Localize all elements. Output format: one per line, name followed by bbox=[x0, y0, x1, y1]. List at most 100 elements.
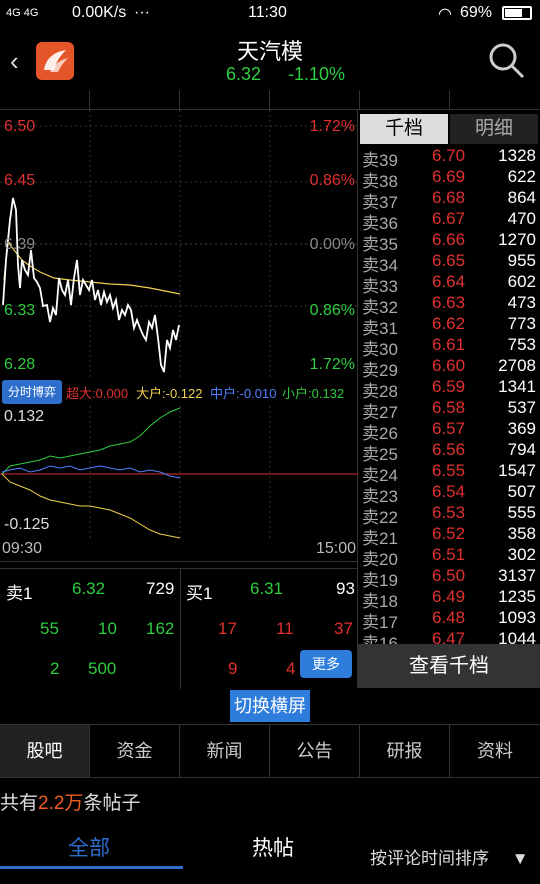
level-volume: 358 bbox=[507, 524, 536, 543]
sell1-price: 6.32 bbox=[72, 579, 106, 598]
level-price: 6.58 bbox=[432, 398, 466, 417]
order-book-row: 卖29 6.60 2708 bbox=[358, 356, 540, 380]
level-volume: 955 bbox=[507, 251, 536, 270]
order-cell: 55 bbox=[40, 619, 59, 638]
level-volume: 1093 bbox=[498, 608, 536, 627]
switch-landscape-button[interactable]: 切换横屏 bbox=[230, 690, 310, 722]
period-tab[interactable] bbox=[90, 90, 180, 110]
time-start: 09:30 bbox=[2, 540, 43, 557]
stock-price: 6.32 bbox=[226, 64, 262, 84]
period-tab[interactable] bbox=[450, 90, 540, 110]
level-volume: 3137 bbox=[498, 566, 536, 585]
level-volume: 864 bbox=[507, 188, 536, 207]
order-book-list[interactable]: 卖39 6.70 1328 卖38 6.69 622 卖37 6.68 864 卖36 6.67 47… bbox=[358, 146, 540, 646]
battery-icon bbox=[502, 6, 532, 20]
period-tab-strip bbox=[0, 90, 540, 110]
level-price: 6.55 bbox=[432, 461, 466, 480]
level-volume: 369 bbox=[507, 419, 536, 438]
time-end: 15:00 bbox=[315, 540, 356, 557]
filter-all[interactable]: 全部 bbox=[68, 832, 110, 862]
period-tab[interactable] bbox=[180, 90, 270, 110]
legend-medium: 中户:-0.010 bbox=[210, 386, 277, 401]
order-book-row: 卖39 6.70 1328 bbox=[358, 146, 540, 170]
order-cell: 11 bbox=[276, 619, 294, 638]
order-cell: 17 bbox=[218, 619, 237, 638]
medium-flow-line bbox=[1, 465, 181, 479]
status-dots: ··· bbox=[134, 4, 150, 21]
order-book-row: 卖17 6.48 1093 bbox=[358, 608, 540, 632]
period-tab[interactable] bbox=[0, 90, 90, 110]
post-count-value: 2.2万 bbox=[38, 793, 84, 814]
tab-profile[interactable]: 资料 bbox=[450, 725, 540, 777]
level-price: 6.70 bbox=[432, 146, 466, 165]
order-book-row: 卖28 6.59 1341 bbox=[358, 377, 540, 401]
price-axis-label: 6.45 bbox=[4, 172, 36, 189]
clock: 11:30 bbox=[248, 4, 287, 21]
order-cell: 9 bbox=[228, 659, 238, 678]
post-filter-bar: 全部 热帖 按评论时间排序 ▼ bbox=[0, 826, 540, 884]
level-price: 6.65 bbox=[432, 251, 466, 270]
level-price: 6.62 bbox=[432, 314, 466, 333]
status-bar: 4G 4G 0.00K/s ··· 11:30 ◠ 69% bbox=[0, 0, 540, 28]
level-price: 6.57 bbox=[432, 419, 466, 438]
level-volume: 753 bbox=[507, 335, 536, 354]
view-depth-button[interactable]: 查看千档 bbox=[358, 644, 540, 688]
tab-news[interactable]: 新闻 bbox=[180, 725, 270, 777]
order-book-row: 卖34 6.65 955 bbox=[358, 251, 540, 275]
more-button[interactable]: 更多 bbox=[300, 650, 352, 678]
post-count: 共有2.2万条帖子 bbox=[0, 793, 141, 814]
level-volume: 302 bbox=[507, 545, 536, 564]
price-axis-label: 6.33 bbox=[4, 302, 36, 319]
order-book-row: 卖33 6.64 602 bbox=[358, 272, 540, 296]
level-volume: 1270 bbox=[498, 230, 536, 249]
order-cell: 162 bbox=[146, 619, 175, 638]
period-tab[interactable] bbox=[270, 90, 360, 110]
level-price: 6.51 bbox=[432, 545, 466, 564]
flow-max-label: 0.132 bbox=[4, 408, 45, 425]
level-price: 6.61 bbox=[432, 335, 466, 354]
level-price: 6.69 bbox=[432, 167, 466, 186]
level-volume: 507 bbox=[507, 482, 536, 501]
caret-down-icon: ▼ bbox=[511, 849, 529, 868]
network-indicator: 4G 4G bbox=[6, 7, 39, 19]
battery-level: 69% bbox=[460, 4, 493, 21]
tab-depth[interactable]: 千档 bbox=[360, 114, 448, 144]
level-price: 6.48 bbox=[432, 608, 466, 627]
price-axis-label: 6.50 bbox=[4, 118, 36, 135]
order-book-row: 卖38 6.69 622 bbox=[358, 167, 540, 191]
sort-dropdown[interactable]: 按评论时间排序 ▼ bbox=[370, 844, 529, 869]
pct-axis-label: 0.00% bbox=[309, 236, 355, 253]
price-axis-label: 6.28 bbox=[4, 356, 36, 373]
tab-research[interactable]: 研报 bbox=[360, 725, 450, 777]
buy1-price: 6.31 bbox=[250, 579, 284, 598]
capital-game-button[interactable]: 分时博弈 bbox=[2, 380, 62, 404]
level-price: 6.53 bbox=[432, 503, 466, 522]
pct-axis-label: 1.72% bbox=[309, 356, 355, 373]
level-price: 6.66 bbox=[432, 230, 466, 249]
level-price: 6.60 bbox=[432, 356, 466, 375]
level-price: 6.63 bbox=[432, 293, 466, 312]
tab-detail[interactable]: 明细 bbox=[450, 114, 538, 144]
order-book-row: 卖30 6.61 753 bbox=[358, 335, 540, 359]
order-book-row: 卖23 6.54 507 bbox=[358, 482, 540, 506]
tab-capital[interactable]: 资金 bbox=[90, 725, 180, 777]
sell1-label: 卖1 bbox=[6, 584, 33, 603]
period-tab[interactable] bbox=[360, 90, 450, 110]
order-book-row: 卖35 6.66 1270 bbox=[358, 230, 540, 254]
intraday-chart[interactable]: 6.50 1.72% 6.45 0.86% 6.39 0.00% 6.33 0.… bbox=[0, 110, 358, 689]
level-price: 6.50 bbox=[432, 566, 466, 585]
level-volume: 1547 bbox=[498, 461, 536, 480]
filter-hot[interactable]: 热帖 bbox=[252, 832, 294, 862]
level-volume: 1341 bbox=[498, 377, 536, 396]
pct-axis-label: 1.72% bbox=[309, 118, 355, 135]
order-book-panel: 千档 明细 卖39 6.70 1328 卖38 6.69 622 卖37 6.68 864 卖36… bbox=[358, 110, 540, 688]
order-cell: 37 bbox=[334, 619, 353, 638]
level-price: 6.67 bbox=[432, 209, 466, 228]
tab-announcements[interactable]: 公告 bbox=[270, 725, 360, 777]
level-volume: 537 bbox=[507, 398, 536, 417]
tab-forum[interactable]: 股吧 bbox=[0, 725, 90, 777]
buy1-label: 买1 bbox=[186, 584, 213, 603]
level-volume: 602 bbox=[507, 272, 536, 291]
search-icon[interactable] bbox=[486, 40, 526, 80]
level-volume: 622 bbox=[507, 167, 536, 186]
